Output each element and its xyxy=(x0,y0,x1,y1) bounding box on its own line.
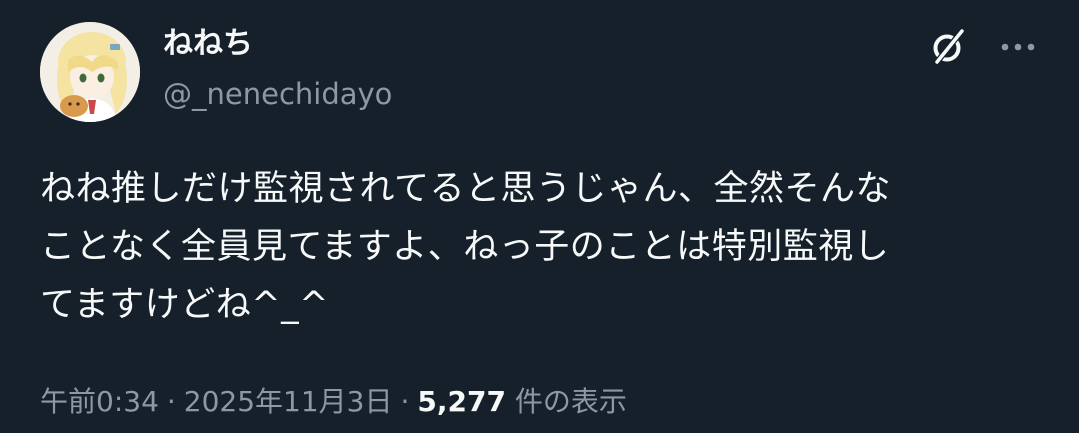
more-options-icon xyxy=(1001,43,1035,51)
views-count: 5,277 xyxy=(417,385,506,418)
meta-separator: · xyxy=(400,385,410,418)
tweet-text-line: ねね推しだけ監視されてると思うじゃん、全然そんな xyxy=(40,169,891,209)
tweet-text: ねね推しだけ監視されてると思うじゃん、全然そんな ことなく全員見てますよ、ねっ子… xyxy=(40,160,1040,334)
tweet-time[interactable]: 午前0:34 xyxy=(40,385,159,418)
views-label: 件の表示 xyxy=(514,385,627,418)
tweet-text-line: てますけどね^_^ xyxy=(40,285,329,325)
tweet-card: ねねち @_nenechidayo ねね推しだけ監視されてると思うじゃん、全然そ… xyxy=(0,0,1079,433)
meta-separator: · xyxy=(166,385,176,418)
display-name[interactable]: ねねち xyxy=(163,26,253,62)
user-handle[interactable]: @_nenechidayo xyxy=(163,76,392,112)
more-options-button[interactable] xyxy=(990,24,1046,70)
grok-icon xyxy=(933,29,964,64)
tweet-text-line: ことなく全員見てますよ、ねっ子のことは特別監視し xyxy=(40,227,890,267)
avatar-image xyxy=(40,22,140,122)
tweet-meta: 午前0:34 · 2025年11月3日 · 5,277 件の表示 xyxy=(40,382,627,422)
grok-button[interactable] xyxy=(925,24,971,70)
avatar[interactable] xyxy=(40,22,140,122)
tweet-date[interactable]: 2025年11月3日 xyxy=(184,385,393,418)
